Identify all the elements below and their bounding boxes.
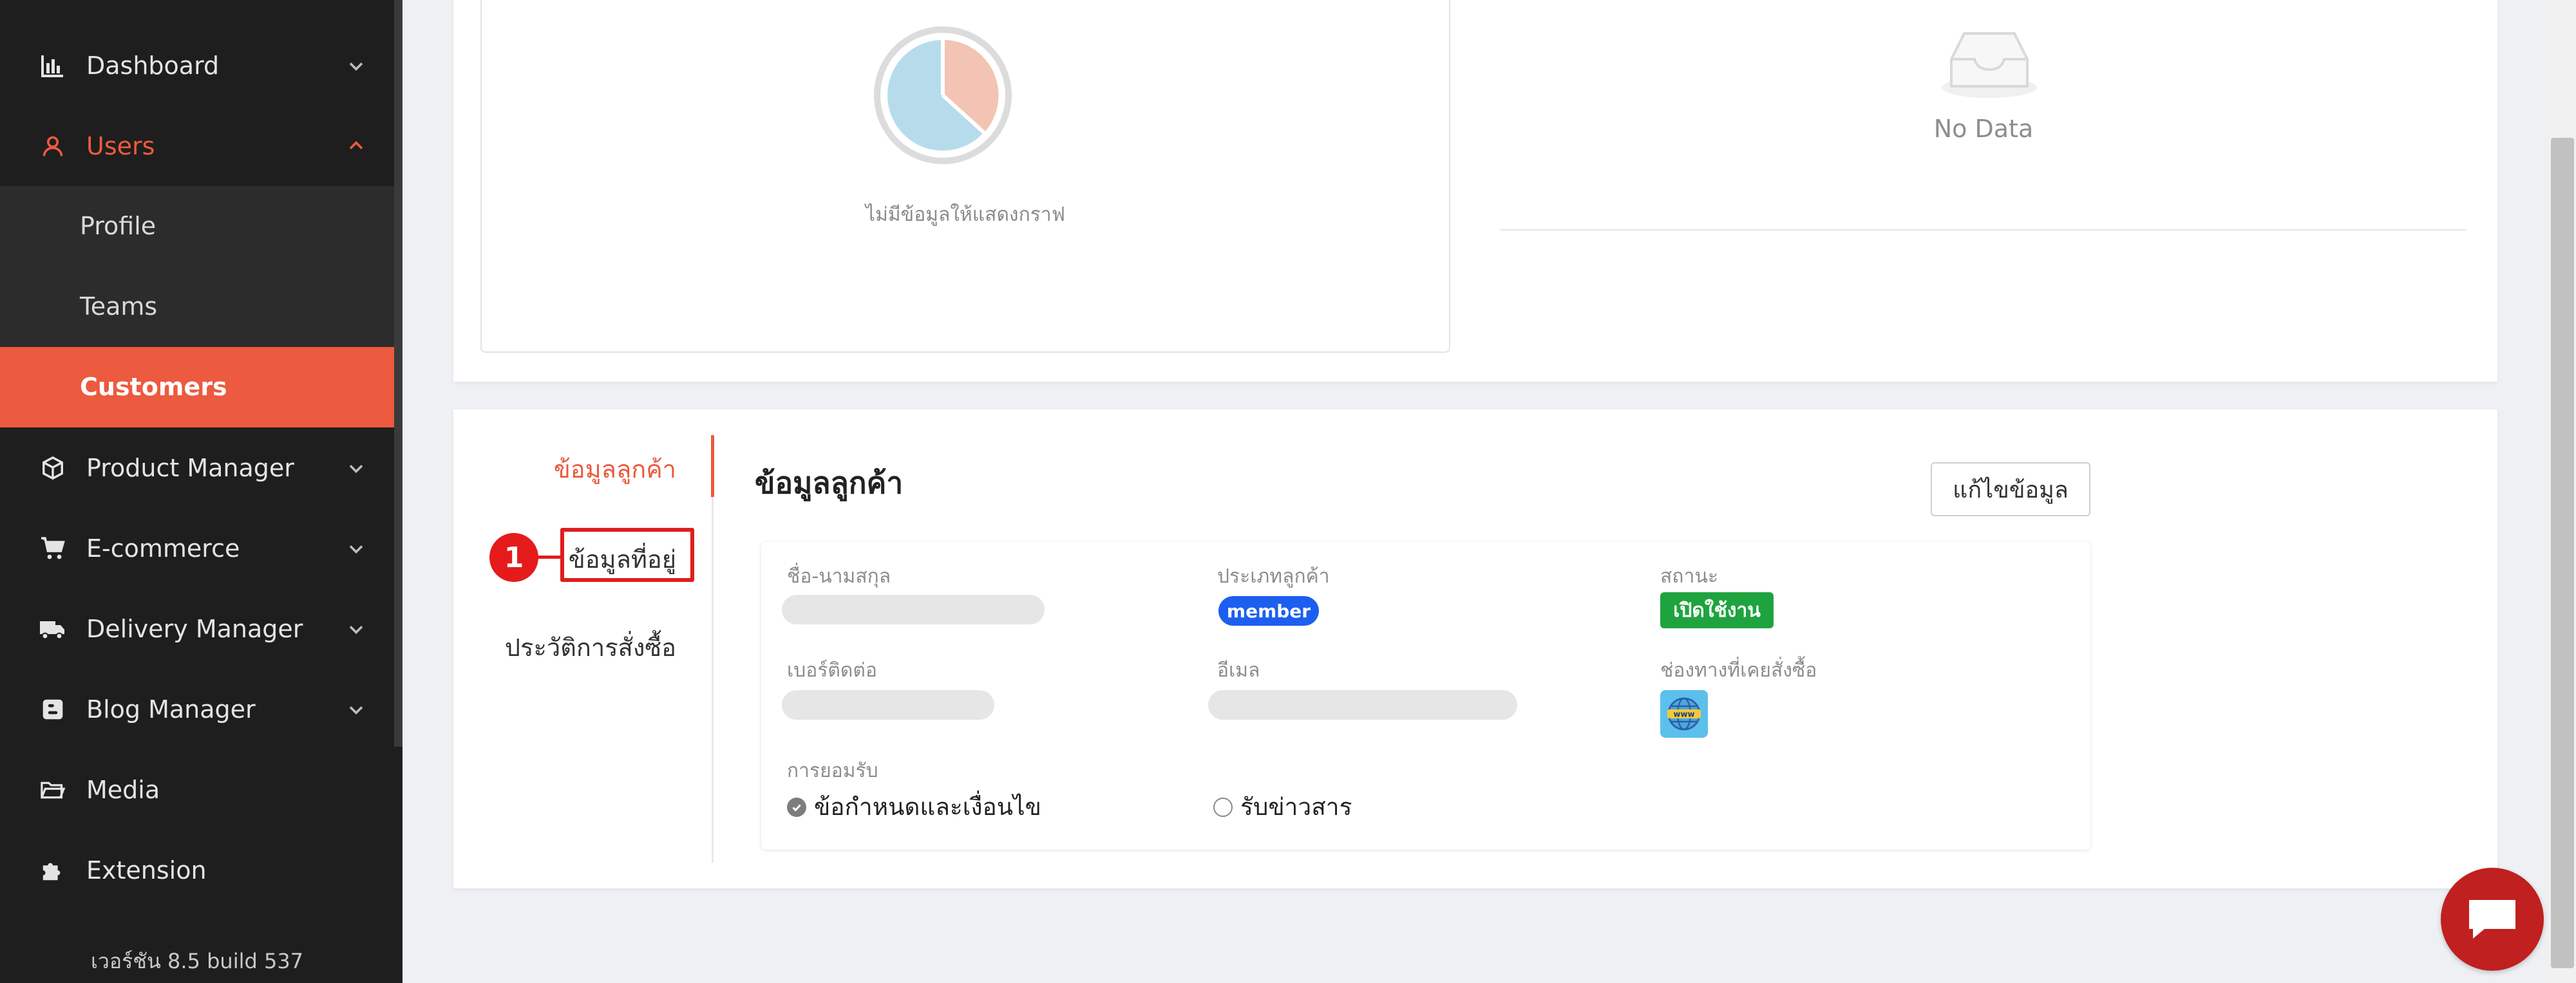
sidebar-subitem-label: Profile — [80, 212, 156, 240]
puzzle-icon — [39, 856, 67, 885]
chevron-down-icon — [349, 625, 363, 634]
chevron-down-icon — [349, 464, 363, 473]
divider — [1501, 229, 2467, 230]
checkmark-icon — [787, 797, 806, 817]
annotation-highlight-box — [560, 528, 694, 582]
pie-chart-panel — [480, 0, 1450, 353]
tab-order-history[interactable]: ประวัติการสั่งซื้อ — [505, 628, 676, 667]
tab-customer-info[interactable]: ข้อมูลลูกค้า — [554, 449, 676, 489]
email-label: อีเมล — [1217, 659, 1260, 682]
sidebar-item-label: Product Manager — [86, 453, 294, 482]
annotation-connector — [537, 556, 562, 559]
sidebar-item-label: E-commerce — [86, 534, 240, 563]
sidebar-item-users[interactable]: Users — [0, 106, 394, 186]
cart-icon — [39, 534, 67, 563]
chat-bubble-icon — [2469, 900, 2515, 939]
page-scrollbar-thumb[interactable] — [2551, 138, 2574, 968]
sidebar-item-product-manager[interactable]: Product Manager — [0, 427, 394, 508]
consent-label: การยอมรับ — [787, 760, 878, 782]
name-label: ชื่อ-นามสกุล — [787, 565, 891, 588]
section-title: ข้อมูลลูกค้า — [755, 465, 904, 500]
chevron-up-icon — [349, 140, 363, 149]
phone-value-placeholder — [782, 690, 994, 720]
edit-info-button[interactable]: แก้ไขข้อมูล — [1931, 462, 2090, 516]
pie-empty-text: ไม่มีข้อมูลให้แสดงกราฟ — [866, 203, 1065, 226]
phone-label: เบอร์ติดต่อ — [787, 659, 877, 682]
tab-divider — [712, 435, 714, 863]
name-value-placeholder — [782, 595, 1045, 624]
sidebar-subitem-teams[interactable]: Teams — [0, 267, 394, 347]
sidebar-item-e-commerce[interactable]: E-commerce — [0, 508, 394, 588]
newsletter-consent: รับข่าวสาร — [1213, 788, 1352, 826]
sidebar-subitem-label: Customers — [80, 373, 227, 401]
sidebar-subitem-label: Teams — [80, 292, 158, 321]
status-badge: เปิดใช้งาน — [1660, 592, 1774, 628]
status-label: สถานะ — [1660, 565, 1718, 588]
sidebar: Dashboard Users Profile Teams Customers … — [0, 0, 402, 983]
sidebar-item-label: Dashboard — [86, 51, 220, 80]
empty-pie-icon — [874, 26, 1012, 164]
box-icon — [39, 454, 67, 482]
sidebar-item-label: Delivery Manager — [86, 614, 303, 643]
svg-text:www: www — [1673, 710, 1694, 719]
version-text: เวอร์ชัน 8.5 build 537 — [90, 949, 304, 973]
chat-button[interactable] — [2441, 868, 2544, 971]
sidebar-item-blog-manager[interactable]: Blog Manager — [0, 669, 394, 749]
annotation-marker: 1 — [489, 533, 538, 582]
customer-type-badge: member — [1218, 596, 1319, 626]
empty-inbox-icon — [1942, 32, 2037, 98]
chevron-down-icon — [349, 62, 363, 71]
active-tab-indicator — [711, 435, 714, 497]
terms-consent: ข้อกำหนดและเงื่อนไข — [787, 788, 1041, 826]
sidebar-item-dashboard[interactable]: Dashboard — [0, 25, 394, 106]
sidebar-item-delivery-manager[interactable]: Delivery Manager — [0, 588, 394, 669]
sidebar-item-label: Extension — [86, 856, 207, 885]
sidebar-subitem-profile[interactable]: Profile — [0, 186, 394, 267]
sidebar-subitem-customers[interactable]: Customers — [0, 347, 394, 427]
truck-icon — [39, 615, 67, 643]
user-icon — [39, 132, 67, 160]
order-channel-label: ช่องทางที่เคยสั่งซื้อ — [1660, 659, 1817, 682]
sidebar-scrollbar[interactable] — [394, 0, 402, 747]
email-value-placeholder — [1208, 690, 1517, 720]
sidebar-item-label: Media — [86, 775, 160, 804]
newsletter-label: รับข่าวสาร — [1240, 793, 1352, 821]
sidebar-item-extension[interactable]: Extension — [0, 830, 394, 910]
terms-label: ข้อกำหนดและเงื่อนไข — [814, 793, 1041, 821]
chevron-down-icon — [349, 545, 363, 554]
sidebar-item-label: Users — [86, 131, 155, 160]
www-globe-icon: www — [1660, 690, 1708, 738]
no-data-text: No Data — [1933, 115, 2034, 143]
blogger-icon — [39, 695, 67, 724]
chevron-down-icon — [349, 706, 363, 715]
bar-chart-icon — [39, 51, 67, 80]
customer-type-label: ประเภทลูกค้า — [1217, 565, 1330, 588]
sidebar-item-label: Blog Manager — [86, 695, 256, 724]
folder-icon — [39, 776, 67, 804]
sidebar-item-media[interactable]: Media — [0, 749, 394, 830]
empty-circle-icon — [1213, 797, 1233, 817]
